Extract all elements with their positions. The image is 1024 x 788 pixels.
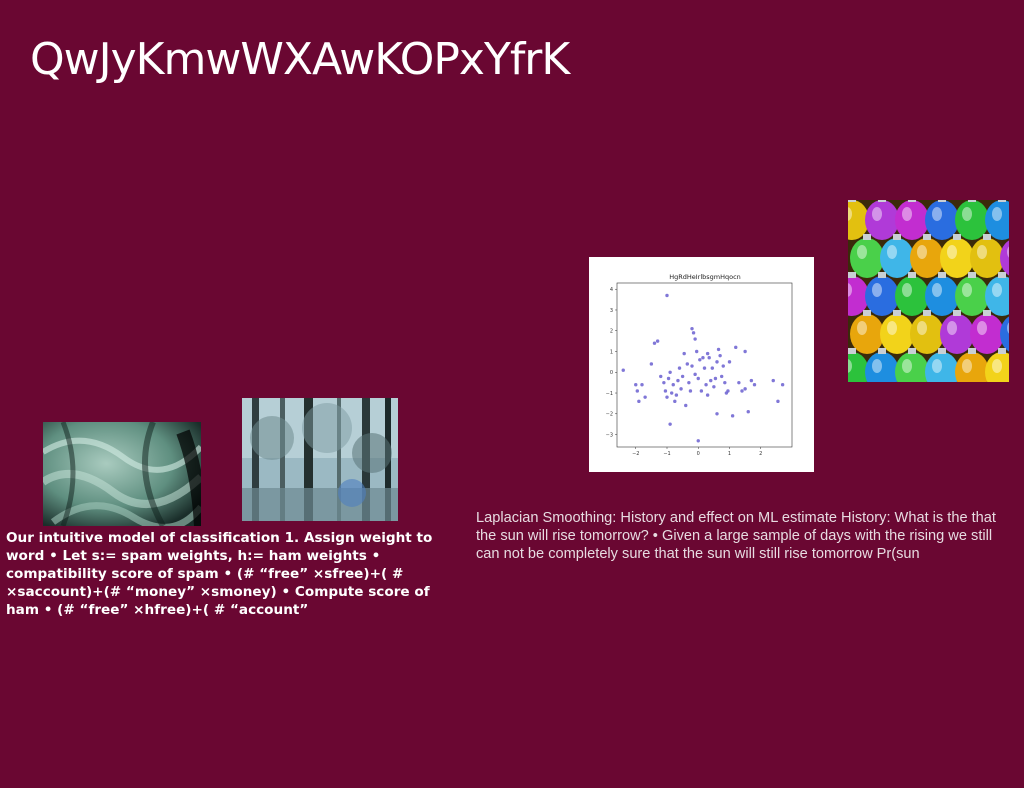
scatter-point bbox=[662, 380, 666, 385]
classification-text: Our intuitive model of classification 1.… bbox=[6, 530, 433, 618]
scatter-point bbox=[771, 378, 775, 383]
scatter-point bbox=[727, 360, 732, 364]
y-tick-label: 0 bbox=[610, 370, 613, 376]
scatter-point bbox=[687, 380, 691, 385]
fabric-image bbox=[43, 422, 201, 526]
scatter-point bbox=[710, 366, 715, 370]
y-tick-label: 4 bbox=[610, 287, 613, 293]
scatter-point bbox=[719, 374, 724, 379]
scatter-point bbox=[669, 391, 674, 395]
scatter-point bbox=[698, 358, 702, 362]
scatter-point bbox=[690, 364, 694, 368]
scatter-point bbox=[699, 389, 704, 393]
scatter-point bbox=[690, 326, 694, 331]
y-tick-label: 1 bbox=[610, 349, 613, 355]
scatter-point bbox=[677, 366, 682, 370]
scatter-point bbox=[734, 345, 738, 350]
scatter-point bbox=[743, 387, 747, 391]
scatter-point bbox=[752, 383, 757, 387]
x-tick-label: 0 bbox=[697, 451, 700, 457]
scatter-point bbox=[701, 356, 705, 360]
scatter-point bbox=[649, 362, 654, 366]
scatter-point bbox=[705, 393, 710, 397]
scatter-point bbox=[666, 376, 671, 381]
chart-title: HgRdHeIrlbsgmHqocn bbox=[669, 273, 741, 281]
scatter-point bbox=[715, 360, 719, 364]
x-tick-label: 2 bbox=[759, 451, 762, 457]
scatter-point bbox=[655, 339, 660, 343]
scatter-point bbox=[776, 399, 780, 404]
scatter-point bbox=[693, 372, 697, 377]
y-tick-label: 2 bbox=[610, 329, 613, 335]
scatter-point bbox=[679, 387, 683, 391]
scatter-point bbox=[673, 399, 677, 404]
scatter-point bbox=[674, 393, 679, 397]
scatter-point bbox=[682, 351, 686, 356]
scatter-point bbox=[634, 383, 638, 387]
y-tick-label: 3 bbox=[610, 308, 613, 314]
scatter-point bbox=[696, 439, 700, 443]
scatter-point bbox=[780, 383, 785, 387]
scatter-point bbox=[715, 412, 719, 416]
scatter-point bbox=[740, 389, 744, 393]
scatter-point bbox=[726, 389, 730, 393]
scatter-point bbox=[716, 347, 721, 352]
scatter-point bbox=[702, 366, 707, 370]
scatter-point bbox=[621, 368, 625, 372]
scatter-point bbox=[663, 389, 668, 393]
scatter-point bbox=[659, 374, 663, 379]
scatter-point bbox=[705, 351, 710, 356]
scatter-point bbox=[688, 389, 693, 393]
scatter-point bbox=[712, 385, 716, 389]
scatter-point bbox=[635, 389, 640, 393]
scatter-point bbox=[668, 370, 672, 374]
scatter-point bbox=[637, 399, 641, 404]
scatter-point bbox=[693, 337, 697, 341]
scatter-point bbox=[671, 383, 675, 387]
scatter-point bbox=[665, 293, 669, 298]
scatter-point bbox=[676, 378, 680, 383]
scatter-point bbox=[737, 380, 741, 385]
x-tick-label: −2 bbox=[632, 451, 639, 457]
scatter-point bbox=[723, 380, 727, 385]
scatter-point bbox=[713, 376, 718, 381]
x-tick-label: −1 bbox=[663, 451, 670, 457]
y-tick-label: −2 bbox=[606, 412, 613, 418]
scatter-point bbox=[746, 410, 750, 414]
scatter-point bbox=[640, 383, 644, 387]
scatter-point bbox=[707, 356, 711, 360]
scatter-point bbox=[668, 422, 672, 426]
scatter-point bbox=[730, 414, 735, 418]
scatter-point bbox=[743, 349, 747, 354]
scatter-point bbox=[685, 362, 690, 366]
plot-frame bbox=[616, 282, 793, 448]
scatter-point bbox=[643, 395, 647, 399]
scatter-point bbox=[694, 349, 699, 354]
y-tick-label: −1 bbox=[606, 391, 613, 397]
slide-title: QwJyKmwWXAwKOPxYfrK bbox=[30, 34, 570, 85]
scatter-point bbox=[680, 374, 685, 379]
scatter-point bbox=[709, 378, 713, 383]
scatter-point bbox=[665, 395, 669, 399]
scatter-point bbox=[718, 353, 722, 358]
scatter-point bbox=[704, 383, 708, 387]
scatter-point bbox=[721, 364, 725, 368]
scatter-point bbox=[652, 341, 657, 345]
scatter-point bbox=[691, 331, 696, 335]
smoothing-text: Laplacian Smoothing: History and effect … bbox=[476, 510, 996, 562]
scatter-point bbox=[684, 403, 688, 408]
x-tick-label: 1 bbox=[728, 451, 731, 457]
scatter-point bbox=[696, 376, 700, 381]
scatter-point bbox=[749, 378, 754, 383]
ornaments-image bbox=[848, 200, 1009, 382]
forest-image bbox=[242, 398, 398, 521]
scatter-chart: HgRdHeIrlbsgmHqocn −2 −1 0 1 2 −3 −2 −1 0 1 2 3 4 bbox=[589, 257, 814, 472]
y-tick-label: −3 bbox=[606, 432, 613, 438]
